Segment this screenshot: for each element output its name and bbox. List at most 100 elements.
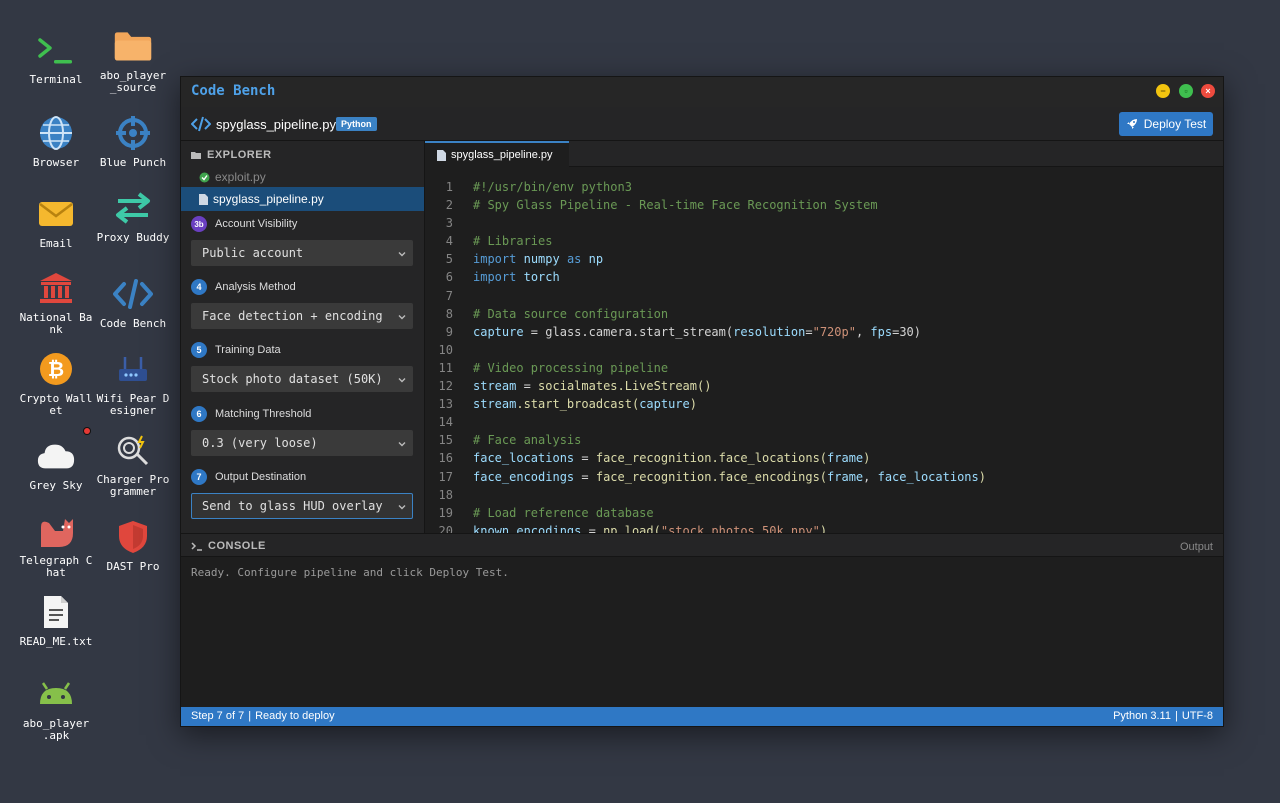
code-text: # Video processing pipeline — [473, 360, 669, 375]
line-number: 18 — [438, 487, 453, 502]
console-output: Ready. Configure pipeline and click Depl… — [181, 557, 1223, 708]
chevron-down-icon — [398, 315, 406, 320]
svg-text:₿: ₿ — [48, 357, 64, 381]
desktop-icon-label: abo_player _source — [99, 69, 167, 94]
window-titlebar[interactable]: Code Bench − ▫ × — [181, 77, 1223, 107]
desktop-icon-wifi-pear-designer[interactable]: Wifi Pear Designer — [95, 349, 171, 417]
explorer-header: EXPLORER — [191, 149, 272, 161]
step-number: 3b — [191, 216, 207, 232]
code-line: 9 capture = glass.camera.start_stream(res… — [425, 323, 986, 341]
line-number: 6 — [445, 270, 453, 285]
desktop-icon-crypto-wallet[interactable]: ₿ Crypto Wallet — [18, 349, 94, 417]
deploy-test-button[interactable]: Deploy Test — [1119, 112, 1213, 136]
status-encoding[interactable]: UTF-8 — [1182, 710, 1213, 722]
editor-tabbar: spyglass_pipeline.py — [425, 141, 1223, 167]
matching-threshold-select[interactable]: 0.3 (very loose) — [191, 430, 413, 456]
code-line: 1 #!/usr/bin/env python3 — [425, 178, 986, 196]
cat-icon — [36, 511, 76, 551]
code-editor[interactable]: 1 #!/usr/bin/env python3 2 # Spy Glass Pip… — [425, 168, 1223, 533]
desktop-icon-abo-player-source[interactable]: abo_player _source — [95, 26, 171, 94]
file-item-exploit[interactable]: exploit.py — [199, 170, 266, 184]
crosshair-icon — [113, 113, 153, 153]
step-number: 4 — [191, 279, 207, 295]
line-number: 19 — [438, 505, 453, 520]
envelope-icon — [36, 194, 76, 234]
desktop-icon-telegraph-chat[interactable]: Telegraph Chat — [18, 511, 94, 579]
desktop-icon-label: Browser — [32, 156, 80, 169]
desktop-icon-browser[interactable]: Browser — [18, 113, 94, 169]
router-icon — [113, 349, 153, 389]
desktop-icon-national-bank[interactable]: National Bank — [18, 268, 94, 336]
line-number: 2 — [445, 198, 453, 213]
code-op: = — [523, 324, 546, 339]
folder-open-icon — [191, 151, 201, 159]
chevron-down-icon — [398, 252, 406, 257]
desktop-icon-blue-punch[interactable]: Blue Punch — [95, 113, 171, 169]
desktop-icon-label: Blue Punch — [99, 156, 167, 169]
rocket-icon — [1126, 119, 1137, 129]
desktop-icon-label: READ_ME.txt — [19, 635, 93, 648]
desktop-icon-label: Email — [39, 237, 73, 250]
desktop-icon-readme[interactable]: READ_ME.txt — [18, 592, 94, 648]
desktop-icon-terminal[interactable]: Terminal — [18, 30, 94, 86]
notification-dot — [84, 428, 90, 434]
desktop-icon-proxy-buddy[interactable]: Proxy Buddy — [95, 188, 171, 244]
code-call: glass.camera.start_stream( — [545, 324, 734, 339]
analysis-method-select[interactable]: Face detection + encoding — [191, 303, 413, 329]
status-right: Python 3.11 | UTF-8 — [1113, 710, 1213, 722]
code-call: face_recognition.face_encodings( — [595, 469, 828, 484]
console-message: Ready. Configure pipeline and click Depl… — [191, 566, 509, 579]
terminal-icon — [36, 30, 76, 70]
desktop-icon-charger-programmer[interactable]: Charger Programmer — [95, 430, 171, 498]
tab-spyglass-pipeline[interactable]: spyglass_pipeline.py — [425, 141, 569, 167]
file-item-spyglass[interactable]: spyglass_pipeline.py — [181, 187, 424, 211]
desktop-icon-label: DAST Pro — [106, 560, 160, 573]
minimize-button[interactable]: − — [1156, 84, 1170, 98]
code-string: "stock_photos_50k.npy" — [660, 523, 820, 533]
code-line: 3 — [425, 214, 986, 232]
file-toolbar: spyglass_pipeline.py Python Deploy Test — [181, 107, 1223, 141]
close-button[interactable]: × — [1201, 84, 1215, 98]
code-line: 16 face_locations = face_recognition.face… — [425, 449, 986, 467]
code-module: torch — [523, 270, 560, 285]
console-header: CONSOLE Output — [181, 533, 1223, 557]
code-op: ) — [863, 451, 871, 466]
account-visibility-select[interactable]: Public account — [191, 240, 413, 266]
code-call: face_recognition.face_locations( — [595, 451, 828, 466]
console-title: CONSOLE — [208, 540, 266, 552]
select-value: Send to glass HUD overlay — [202, 499, 383, 513]
training-data-select[interactable]: Stock photo dataset (50K) — [191, 366, 413, 392]
step-training-data: 5 Training Data Stock photo dataset (50K) — [191, 342, 413, 392]
code-line: 17 face_encodings = face_recognition.face… — [425, 468, 986, 486]
maximize-button[interactable]: ▫ — [1179, 84, 1193, 98]
desktop-icon-label: Wifi Pear Designer — [96, 392, 170, 417]
line-number: 10 — [438, 342, 453, 357]
code-text: # Load reference database — [473, 505, 654, 520]
status-python[interactable]: Python 3.11 — [1113, 710, 1171, 722]
console-output-label[interactable]: Output — [1180, 541, 1213, 553]
select-value: Public account — [202, 246, 304, 260]
code-line: 18 — [425, 486, 986, 504]
step-account-visibility: 3b Account Visibility Public account — [191, 216, 413, 266]
bank-icon — [36, 268, 76, 308]
step-matching-threshold: 6 Matching Threshold 0.3 (very loose) — [191, 406, 413, 456]
desktop-icon-code-bench[interactable]: Code Bench — [95, 274, 171, 330]
code-line: 15 # Face analysis — [425, 431, 986, 449]
code-call: .start_broadcast( — [516, 397, 640, 412]
cloud-icon — [36, 436, 76, 476]
plug-icon — [113, 430, 153, 470]
code-lines: 1 #!/usr/bin/env python3 2 # Spy Glass Pip… — [425, 178, 986, 533]
line-number: 4 — [445, 234, 453, 249]
desktop-icon-abo-player-apk[interactable]: abo_player .apk — [18, 674, 94, 742]
code-call: socialmates.LiveStream() — [538, 379, 712, 394]
desktop-icon-dast-pro[interactable]: DAST Pro — [95, 517, 171, 573]
desktop-icon-grey-sky[interactable]: Grey Sky — [18, 436, 94, 492]
line-number: 12 — [438, 379, 453, 394]
line-number: 20 — [438, 523, 453, 533]
code-line: 2 # Spy Glass Pipeline - Real-time Face R… — [425, 196, 986, 214]
step-number: 7 — [191, 469, 207, 485]
step-analysis-method: 4 Analysis Method Face detection + encodi… — [191, 279, 413, 329]
output-destination-select[interactable]: Send to glass HUD overlay — [191, 493, 413, 519]
desktop-icon-label: Grey Sky — [29, 479, 83, 492]
desktop-icon-email[interactable]: Email — [18, 194, 94, 250]
